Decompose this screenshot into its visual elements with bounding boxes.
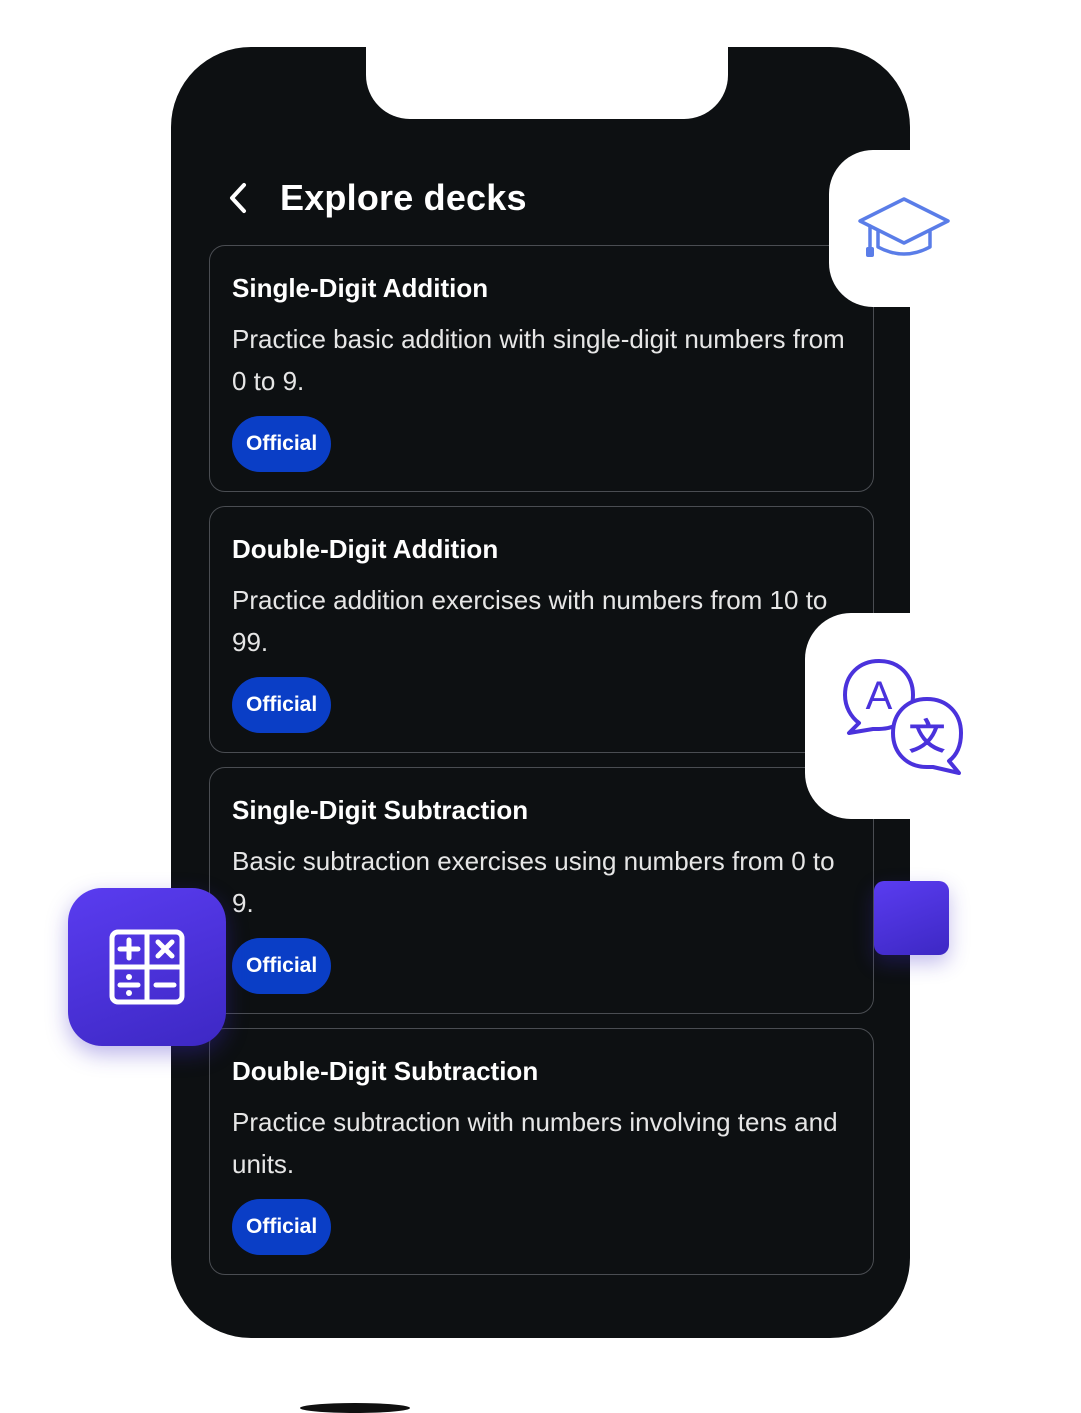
- accent-square: [874, 881, 949, 955]
- phone-frame: Explore decks Single-Digit Addition Prac…: [171, 47, 910, 1338]
- deck-title: Single-Digit Addition: [232, 273, 489, 303]
- official-badge: Official: [232, 938, 332, 994]
- deck-description: Practice addition exercises with numbers…: [232, 585, 828, 657]
- deck-card-double-digit-subtraction[interactable]: Double-Digit Subtraction Practice subtra…: [209, 1028, 874, 1275]
- svg-text:文: 文: [909, 717, 945, 758]
- deck-description: Practice basic addition with single-digi…: [232, 324, 845, 396]
- deck-description: Practice subtraction with numbers involv…: [232, 1107, 838, 1179]
- decorative-curve: [300, 1403, 410, 1413]
- deck-card-single-digit-subtraction[interactable]: Single-Digit Subtraction Basic subtracti…: [209, 767, 874, 1014]
- phone-notch: [366, 47, 728, 119]
- calculator-tile: [68, 888, 226, 1046]
- deck-description: Basic subtraction exercises using number…: [232, 846, 835, 918]
- deck-title: Double-Digit Addition: [232, 534, 499, 564]
- graduation-cap-tile: [829, 150, 987, 307]
- official-badge: Official: [232, 1199, 332, 1255]
- chevron-left-icon: [230, 183, 246, 213]
- deck-title: Single-Digit Subtraction: [232, 795, 529, 825]
- official-badge: Official: [232, 677, 332, 733]
- deck-card-single-digit-addition[interactable]: Single-Digit Addition Practice basic add…: [209, 245, 874, 492]
- calculator-icon: [109, 929, 185, 1005]
- official-badge: Official: [232, 416, 332, 472]
- deck-card-double-digit-addition[interactable]: Double-Digit Addition Practice addition …: [209, 506, 874, 753]
- deck-title: Double-Digit Subtraction: [232, 1056, 539, 1086]
- deck-list: Single-Digit Addition Practice basic add…: [209, 245, 874, 1289]
- page-header: Explore decks: [223, 173, 527, 223]
- page-title: Explore decks: [280, 177, 527, 218]
- graduation-cap-icon: [858, 196, 950, 257]
- svg-text:A: A: [866, 674, 893, 718]
- translate-icon: A 文: [843, 659, 963, 775]
- back-button[interactable]: [223, 178, 253, 218]
- translate-tile: A 文: [805, 613, 1005, 819]
